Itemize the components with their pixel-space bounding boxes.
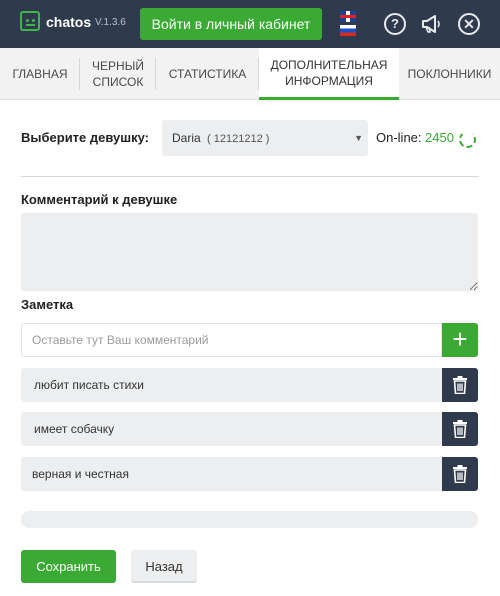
comment-label: Комментарий к девушке [21, 192, 178, 207]
note-input[interactable] [21, 323, 442, 357]
loading-spinner-icon [459, 131, 476, 148]
note-item-text: любит писать стихи [21, 368, 442, 402]
version-label: V.1.3.6 [95, 17, 126, 28]
tab-admirers[interactable]: ПОКЛОННИКИ [399, 48, 500, 100]
note-item-text: верная и честная [21, 457, 442, 491]
tab-statistics[interactable]: СТАТИСТИКА [156, 48, 259, 100]
megaphone-icon[interactable] [420, 13, 442, 35]
top-bar: chatos V.1.3.6 Войти в личный кабинет ? … [0, 0, 500, 48]
brand-name: chatos [46, 14, 92, 30]
delete-note-button[interactable] [442, 412, 478, 446]
note-item: любит писать стихи [21, 368, 478, 402]
ru-flag-icon[interactable] [340, 25, 356, 36]
back-button[interactable]: Назад [131, 550, 197, 583]
selected-girl-name: Daria [172, 131, 201, 145]
section-divider [21, 176, 479, 177]
girl-select[interactable]: Daria ( 12121212 ) ▼ [162, 120, 368, 156]
delete-note-button[interactable] [442, 368, 478, 402]
note-label: Заметка [21, 297, 74, 312]
caret-down-icon: ▼ [354, 133, 363, 143]
chatos-logo-icon [20, 11, 40, 31]
help-icon[interactable]: ? [384, 13, 406, 35]
selected-girl-id: ( 12121212 ) [207, 133, 270, 145]
comment-textarea[interactable] [21, 213, 478, 291]
save-button[interactable]: Сохранить [21, 550, 116, 583]
online-count: 2450 [425, 130, 454, 145]
delete-note-button[interactable] [442, 457, 478, 491]
login-cabinet-button[interactable]: Войти в личный кабинет [140, 8, 322, 40]
tab-main[interactable]: ГЛАВНАЯ [0, 48, 80, 100]
trash-icon [453, 376, 467, 394]
note-item: верная и честная [21, 457, 478, 491]
language-switcher[interactable] [340, 11, 356, 37]
uk-flag-icon[interactable] [340, 11, 356, 22]
add-note-button[interactable]: + [442, 323, 478, 357]
trash-icon [453, 420, 467, 438]
note-item: имеет собачку [21, 412, 478, 446]
select-girl-label: Выберите девушку: [21, 130, 150, 145]
trash-icon [453, 465, 467, 483]
online-label: On-line: [376, 130, 422, 145]
tab-bar: ГЛАВНАЯ ЧЕРНЫЙ СПИСОК СТАТИСТИКА ДОПОЛНИ… [0, 48, 500, 100]
empty-note-row [21, 511, 478, 528]
close-icon[interactable]: ✕ [458, 13, 480, 35]
note-item-text: имеет собачку [21, 412, 442, 446]
tab-blacklist[interactable]: ЧЕРНЫЙ СПИСОК [80, 48, 156, 100]
tab-additional-info[interactable]: ДОПОЛНИТЕЛЬНАЯ ИНФОРМАЦИЯ [259, 48, 399, 100]
